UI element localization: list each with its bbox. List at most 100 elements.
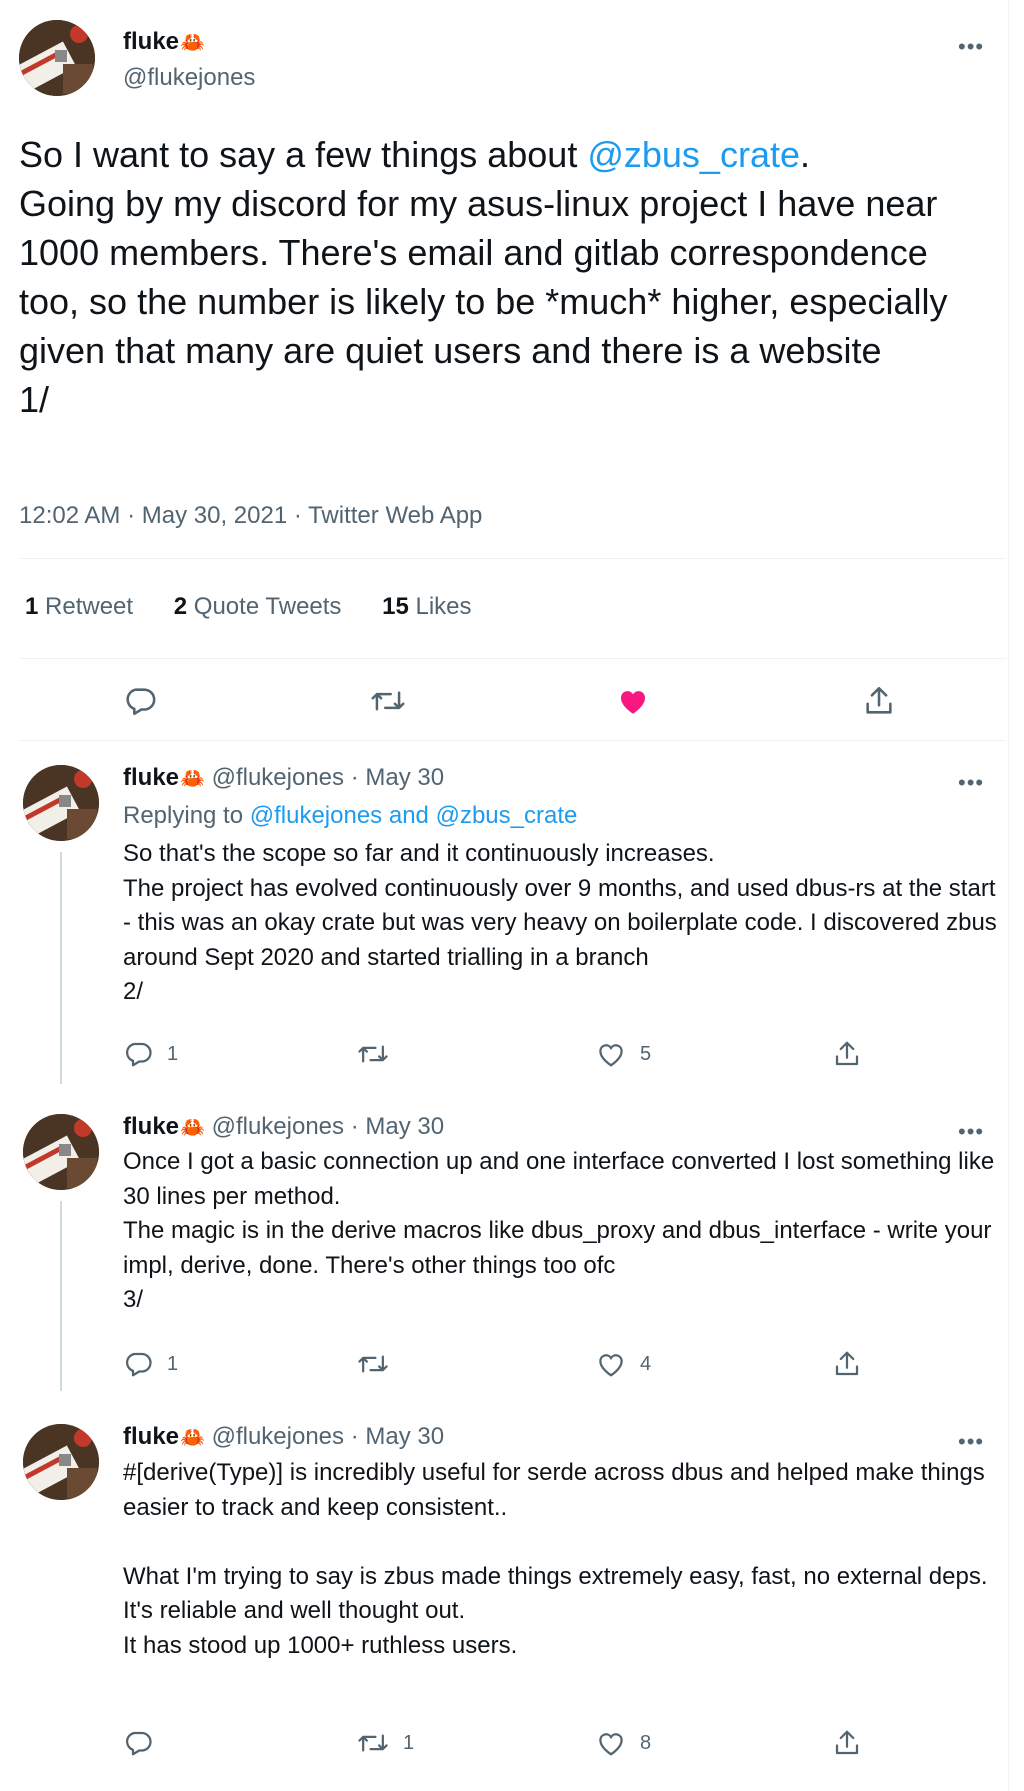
tweet-thread-page: fluke🦀 @flukejones ••• So I want to say … xyxy=(0,0,1009,1791)
crab-emoji-icon: 🦀 xyxy=(180,1427,205,1449)
tweet-text-part: . Going by my discord for my asus-linux … xyxy=(19,134,948,420)
reply-button[interactable]: 1 xyxy=(123,1349,178,1379)
retweet-icon xyxy=(371,691,405,711)
reply-icon xyxy=(126,1042,152,1067)
reply-date[interactable]: May 30 xyxy=(365,1423,444,1450)
reply-date[interactable]: May 30 xyxy=(365,1113,444,1140)
meta-separator: · xyxy=(350,764,359,791)
retweets-label: Retweet xyxy=(45,593,134,620)
reply-header: fluke🦀 @flukejones · May 30 xyxy=(123,764,444,792)
quotes-label: Quote Tweets xyxy=(193,593,342,620)
author-display-name: fluke xyxy=(123,28,180,55)
author-handle[interactable]: @flukejones xyxy=(123,64,255,92)
avatar[interactable] xyxy=(23,1424,99,1500)
retweet-icon xyxy=(358,1045,388,1063)
more-dots-icon[interactable]: ••• xyxy=(958,772,984,794)
crab-emoji-icon: 🦀 xyxy=(180,32,205,54)
more-dots-icon[interactable]: ••• xyxy=(958,36,984,58)
retweet-button[interactable]: 1 xyxy=(357,1728,414,1758)
reply-header: fluke🦀 @flukejones · May 30 xyxy=(123,1423,444,1451)
reply-button[interactable] xyxy=(123,1728,167,1758)
heart-outline-icon xyxy=(599,1044,623,1067)
like-button[interactable] xyxy=(615,684,651,718)
reply-count: 1 xyxy=(167,1352,179,1375)
crab-emoji-icon: 🦀 xyxy=(180,1117,205,1139)
author-display-name[interactable]: fluke xyxy=(123,1113,179,1140)
reply-button[interactable] xyxy=(123,684,157,718)
avatar[interactable] xyxy=(19,20,95,96)
avatar[interactable] xyxy=(23,765,99,841)
like-button[interactable]: 8 xyxy=(596,1728,651,1758)
share-button[interactable] xyxy=(832,1039,862,1069)
thread-connector xyxy=(60,1201,62,1391)
likes-stat[interactable]: 15 Likes xyxy=(382,593,471,620)
author-display-name[interactable]: fluke xyxy=(123,1423,179,1450)
avatar[interactable] xyxy=(23,1114,99,1190)
likes-count: 15 xyxy=(382,593,409,620)
reply-icon xyxy=(126,688,156,716)
crab-emoji-icon: 🦀 xyxy=(180,768,205,790)
tweet-text: So I want to say a few things about @zbu… xyxy=(19,130,979,424)
share-icon xyxy=(835,1041,859,1066)
tweet-meta: 12:02 AM · May 30, 2021 · Twitter Web Ap… xyxy=(19,502,482,530)
more-dots-icon[interactable]: ••• xyxy=(958,1431,984,1453)
like-button[interactable]: 4 xyxy=(596,1349,651,1379)
meta-separator: · xyxy=(293,502,302,529)
author-handle[interactable]: @flukejones xyxy=(212,1423,344,1450)
author-handle[interactable]: @flukejones xyxy=(212,764,344,791)
share-button[interactable] xyxy=(832,1728,862,1758)
tweet-time[interactable]: 12:02 AM xyxy=(19,502,120,529)
reply-button[interactable]: 1 xyxy=(123,1039,178,1069)
retweet-icon xyxy=(358,1355,388,1373)
share-button[interactable] xyxy=(832,1349,862,1379)
reply-icon xyxy=(126,1731,152,1756)
meta-separator: · xyxy=(350,1113,359,1140)
replying-user-link[interactable]: @flukejones xyxy=(250,802,382,829)
mention-link[interactable]: @zbus_crate xyxy=(587,134,800,175)
author-handle[interactable]: @flukejones xyxy=(212,1113,344,1140)
heart-outline-icon xyxy=(599,1354,623,1377)
reply-text: Once I got a basic connection up and one… xyxy=(123,1148,995,1313)
retweet-icon xyxy=(358,1734,388,1752)
like-count: 4 xyxy=(640,1352,652,1375)
retweet-count: 1 xyxy=(403,1731,415,1754)
tweet-source[interactable]: Twitter Web App xyxy=(308,502,482,529)
replying-user-link[interactable]: @zbus_crate xyxy=(436,802,578,829)
divider xyxy=(19,558,1006,559)
more-dots-icon[interactable]: ••• xyxy=(958,1121,984,1143)
divider xyxy=(19,740,1006,741)
reply-date[interactable]: May 30 xyxy=(365,764,444,791)
share-button[interactable] xyxy=(862,684,896,718)
quote-tweets-stat[interactable]: 2 Quote Tweets xyxy=(174,593,342,620)
retweet-button[interactable] xyxy=(357,1039,403,1069)
reply-icon xyxy=(126,1352,152,1377)
reply-text: So that's the scope so far and it contin… xyxy=(123,840,997,1005)
like-count: 5 xyxy=(640,1042,652,1065)
reply-count: 1 xyxy=(167,1042,179,1065)
divider xyxy=(19,658,1006,659)
retweet-button[interactable] xyxy=(370,684,406,718)
replying-and: and xyxy=(382,802,436,829)
like-button[interactable]: 5 xyxy=(596,1039,651,1069)
like-count: 8 xyxy=(640,1731,652,1754)
retweets-count: 1 xyxy=(25,593,39,620)
avatar-image xyxy=(19,20,95,96)
heart-icon xyxy=(620,691,646,714)
share-icon xyxy=(835,1730,859,1755)
meta-separator: · xyxy=(350,1423,359,1450)
author-display-name[interactable]: fluke xyxy=(123,764,179,791)
avatar-image xyxy=(23,1424,99,1500)
reply-header: fluke🦀 @flukejones · May 30 xyxy=(123,1113,444,1141)
thread-connector xyxy=(60,852,62,1084)
replying-prefix: Replying to xyxy=(123,802,250,829)
share-icon xyxy=(835,1351,859,1376)
heart-outline-icon xyxy=(599,1733,623,1756)
avatar-image xyxy=(23,1114,99,1190)
author-name[interactable]: fluke🦀 xyxy=(123,28,205,56)
likes-label: Likes xyxy=(415,593,472,620)
share-icon xyxy=(866,686,892,714)
quotes-count: 2 xyxy=(173,593,188,620)
retweet-button[interactable] xyxy=(357,1349,403,1379)
tweet-date[interactable]: May 30, 2021 xyxy=(142,502,287,529)
retweets-stat[interactable]: 1 Retweet xyxy=(25,593,133,620)
